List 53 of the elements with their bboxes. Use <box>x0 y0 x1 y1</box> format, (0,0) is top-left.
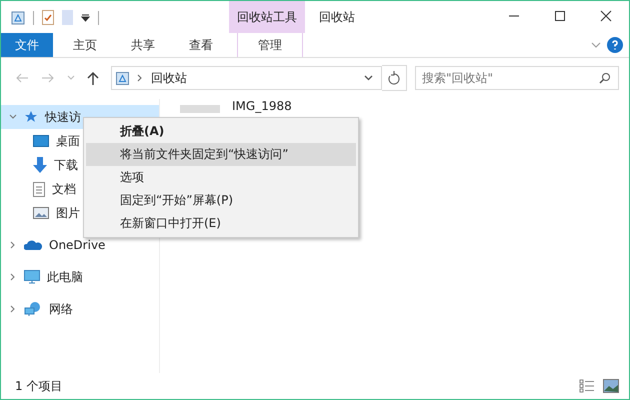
search-icon <box>599 72 611 84</box>
network-icon <box>24 301 42 317</box>
recycle-bin-icon <box>11 10 25 24</box>
properties-icon[interactable] <box>42 10 54 25</box>
nav-item[interactable]: 网络 <box>1 297 159 321</box>
picture-icon <box>33 207 49 219</box>
thumbnail-view-icon[interactable] <box>603 379 619 393</box>
monitor-icon <box>24 270 40 284</box>
ribbon-tab[interactable]: 查看 <box>175 33 227 57</box>
menu-item[interactable]: 在新窗口中打开(E) <box>86 212 356 235</box>
expander-icon[interactable] <box>9 273 17 281</box>
nav-item[interactable]: OneDrive <box>1 233 159 257</box>
address-bar[interactable]: 回收站 <box>111 66 382 90</box>
down-arrow-icon <box>33 157 47 173</box>
help-icon[interactable] <box>607 37 623 53</box>
contextual-tab-group: 回收站工具 <box>229 1 305 33</box>
cloud-icon <box>24 239 42 251</box>
chevron-icon <box>137 74 143 82</box>
document-icon <box>33 182 45 196</box>
ribbon-tab[interactable]: 管理 <box>237 33 303 57</box>
file-name[interactable]: IMG_1988 <box>232 99 292 113</box>
dropdown-icon[interactable] <box>81 13 90 22</box>
dropdown-caret-icon[interactable] <box>364 75 373 81</box>
search-field[interactable]: 搜索"回收站" <box>415 66 619 90</box>
refresh-icon[interactable] <box>382 65 407 91</box>
menu-item[interactable]: 固定到“开始”屏幕(P) <box>86 189 356 212</box>
expander-icon[interactable] <box>9 305 17 313</box>
expander-icon[interactable] <box>9 241 17 249</box>
nav-item[interactable]: 此电脑 <box>1 265 159 289</box>
ribbon-tab[interactable]: 文件 <box>1 33 53 57</box>
nav-label: OneDrive <box>49 238 106 252</box>
details-view-icon[interactable] <box>579 379 595 393</box>
nav-label: 快速访 <box>45 108 81 126</box>
nav-label: 此电脑 <box>47 268 83 286</box>
up-arrow-icon[interactable] <box>87 71 99 85</box>
expand-ribbon-icon[interactable] <box>591 41 601 49</box>
expander-icon[interactable] <box>9 113 17 121</box>
status-text: 1 个项目 <box>15 378 62 394</box>
nav-label: 文档 <box>52 180 76 198</box>
window-title: 回收站 <box>319 9 355 26</box>
file-thumbnail <box>180 105 220 113</box>
nav-label: 图片 <box>56 204 80 222</box>
recycle-bin-icon <box>116 72 129 84</box>
menu-item[interactable]: 选项 <box>86 166 356 189</box>
nav-label: 桌面 <box>56 132 80 150</box>
nav-label: 网络 <box>49 300 73 318</box>
address-location[interactable]: 回收站 <box>151 70 187 86</box>
desktop-icon <box>33 135 49 147</box>
ribbon-tab[interactable]: 共享 <box>117 33 169 57</box>
nav-label: 下载 <box>54 156 78 174</box>
star-icon <box>24 110 38 124</box>
menu-item[interactable]: 将当前文件夹固定到“快速访问” <box>86 143 356 166</box>
ribbon-tab[interactable]: 主页 <box>59 33 111 57</box>
